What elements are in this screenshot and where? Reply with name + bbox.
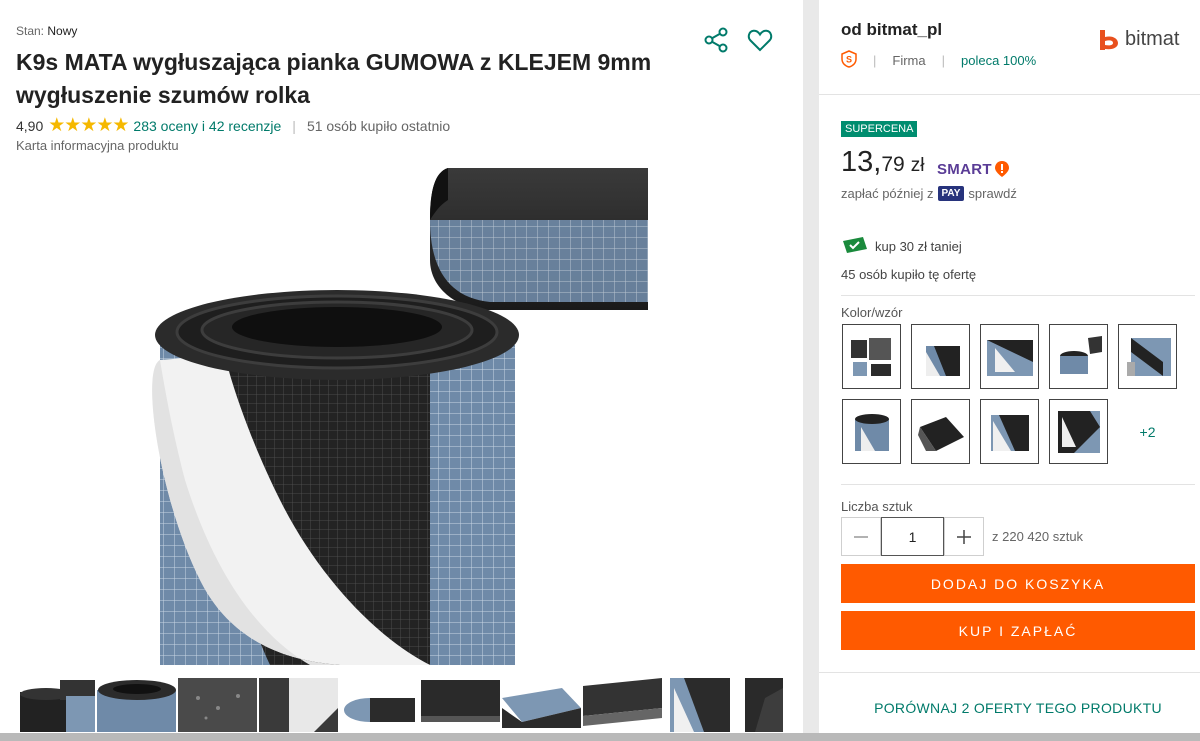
pay-later: zapłać później z PAY sprawdź bbox=[841, 186, 1017, 201]
seller-recommend[interactable]: poleca 100% bbox=[961, 53, 1036, 68]
thumbnail[interactable] bbox=[178, 678, 257, 732]
pay-later-check[interactable]: sprawdź bbox=[968, 186, 1016, 201]
coupon-row: kup 30 zł taniej bbox=[841, 236, 962, 257]
thumbnail[interactable] bbox=[259, 678, 338, 732]
pay-badge: PAY bbox=[937, 186, 965, 201]
thumbnail[interactable] bbox=[664, 678, 743, 732]
smart-badge[interactable]: SMART bbox=[937, 160, 1010, 178]
supercena-badge: SUPERCENA bbox=[841, 121, 918, 137]
condition: Stan: Nowy bbox=[16, 24, 77, 38]
smart-label: SMART bbox=[937, 160, 992, 178]
price-currency: zł bbox=[910, 155, 925, 176]
thumbnail[interactable] bbox=[583, 678, 662, 732]
coupon-text: kup 30 zł taniej bbox=[875, 239, 962, 254]
product-column: Stan: Nowy K9s MATA wygłuszająca pianka … bbox=[0, 0, 803, 741]
super-seller-icon: S bbox=[841, 50, 857, 71]
share-icon[interactable] bbox=[702, 26, 730, 54]
pay-later-prefix: zapłać później z bbox=[841, 186, 934, 201]
rating-value: 4,90 bbox=[16, 117, 44, 134]
price-integer: 13, bbox=[841, 146, 882, 178]
variant-option[interactable] bbox=[1049, 399, 1108, 464]
bought-recently: 51 osób kupiło ostatnio bbox=[306, 117, 451, 134]
quantity-input[interactable] bbox=[881, 517, 944, 556]
price-cents: 79 bbox=[881, 153, 905, 176]
thumbnail-strip bbox=[16, 678, 783, 732]
divider bbox=[841, 484, 1195, 485]
quantity-stepper: z 220 420 sztuk bbox=[841, 517, 1083, 556]
reviews-link[interactable]: 283 oceny i 42 recenzje bbox=[133, 118, 281, 134]
increase-quantity-button[interactable] bbox=[944, 517, 984, 556]
seller-logo[interactable]: bitmat bbox=[1099, 28, 1179, 51]
thumbnail[interactable] bbox=[421, 678, 500, 732]
product-page: Stan: Nowy K9s MATA wygłuszająca pianka … bbox=[0, 0, 1200, 741]
variant-option[interactable] bbox=[842, 399, 901, 464]
divider bbox=[841, 295, 1195, 296]
product-title: K9s MATA wygłuszająca pianka GUMOWA z KL… bbox=[16, 49, 652, 108]
decrease-quantity-button[interactable] bbox=[841, 517, 881, 556]
variant-option[interactable] bbox=[980, 324, 1039, 389]
variant-label: Kolor/wzór bbox=[841, 305, 903, 320]
bitmat-logo-icon bbox=[1100, 29, 1118, 50]
plus-icon bbox=[957, 529, 971, 544]
thumbnail[interactable] bbox=[502, 678, 581, 732]
coupon-icon bbox=[841, 236, 869, 257]
seller-name[interactable]: od bitmat_pl bbox=[841, 20, 942, 40]
quantity-available: z 220 420 sztuk bbox=[992, 529, 1084, 544]
thumbnail[interactable] bbox=[745, 678, 783, 732]
divider: | bbox=[292, 117, 296, 134]
rating-stars: ★★★★★ bbox=[48, 115, 129, 136]
variant-option[interactable] bbox=[842, 324, 901, 389]
rating-row: 4,90 ★★★★★ 283 oceny i 42 recenzje | 51 … bbox=[16, 116, 450, 135]
more-variants-link[interactable]: +2 bbox=[1118, 399, 1177, 464]
horizontal-scrollbar[interactable] bbox=[0, 733, 1200, 741]
variant-option[interactable] bbox=[1049, 324, 1108, 389]
price: 13, 79 zł bbox=[841, 146, 924, 179]
quantity-label: Liczba sztuk bbox=[841, 499, 913, 514]
buy-now-button[interactable]: KUP I ZAPŁAĆ bbox=[841, 611, 1195, 650]
variant-option[interactable] bbox=[980, 399, 1039, 464]
divider bbox=[819, 672, 1200, 673]
offer-bought: 45 osób kupiło tę ofertę bbox=[841, 267, 977, 282]
divider: | bbox=[873, 53, 877, 68]
svg-text:S: S bbox=[846, 55, 852, 65]
thumbnail[interactable] bbox=[97, 678, 176, 732]
product-info-card-link[interactable]: Karta informacyjna produktu bbox=[16, 138, 179, 153]
seller-meta: S | Firma | poleca 100% bbox=[841, 50, 1036, 71]
variant-option[interactable] bbox=[1118, 324, 1177, 389]
thumbnail[interactable] bbox=[340, 678, 419, 732]
condition-label: Stan: bbox=[16, 24, 45, 38]
divider: | bbox=[941, 53, 945, 68]
variant-grid: +2 bbox=[842, 324, 1182, 464]
minus-icon bbox=[854, 535, 868, 538]
condition-value: Nowy bbox=[47, 24, 78, 38]
seller-type: Firma bbox=[892, 53, 926, 68]
seller-logo-text: bitmat bbox=[1125, 28, 1180, 50]
buy-box: od bitmat_pl S | Firma | poleca 100% bit… bbox=[819, 0, 1200, 741]
variant-option[interactable] bbox=[911, 324, 970, 389]
main-product-image[interactable] bbox=[130, 160, 670, 670]
thumbnail[interactable] bbox=[16, 678, 95, 732]
variant-option[interactable] bbox=[911, 399, 970, 464]
smart-icon bbox=[994, 161, 1009, 177]
compare-offers-link[interactable]: PORÓWNAJ 2 OFERTY TEGO PRODUKTU bbox=[841, 700, 1195, 716]
add-to-cart-button[interactable]: DODAJ DO KOSZYKA bbox=[841, 564, 1195, 603]
heart-icon[interactable] bbox=[746, 26, 774, 54]
divider bbox=[819, 94, 1200, 95]
